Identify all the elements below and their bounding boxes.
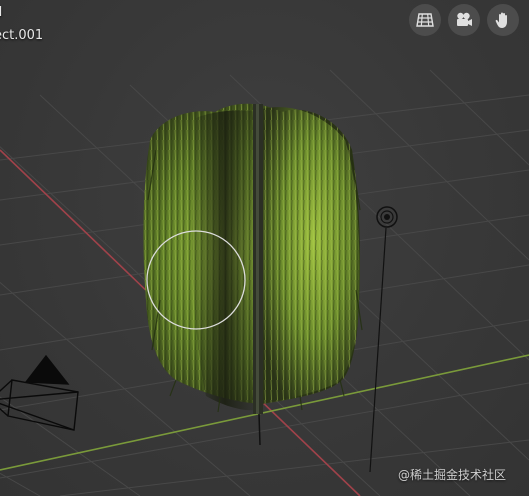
watermark-text: @稀土掘金技术社区	[398, 468, 507, 482]
active-object-label: ect.001	[0, 28, 44, 43]
view-name-label: d	[0, 5, 2, 20]
scene-canvas[interactable]	[0, 0, 529, 496]
camera-object[interactable]	[0, 354, 79, 431]
light-object[interactable]	[369, 206, 398, 473]
willow-tree-object[interactable]	[143, 103, 363, 446]
camera-icon	[457, 12, 472, 26]
toggle-camera-view-button[interactable]	[448, 4, 480, 36]
hand-icon	[495, 12, 507, 28]
pan-view-button[interactable]	[487, 4, 519, 36]
grid-icon	[416, 13, 434, 27]
3d-viewport[interactable]: d ect.001 @稀土掘金技术社区	[0, 0, 529, 496]
toggle-grid-view-button[interactable]	[409, 4, 441, 36]
